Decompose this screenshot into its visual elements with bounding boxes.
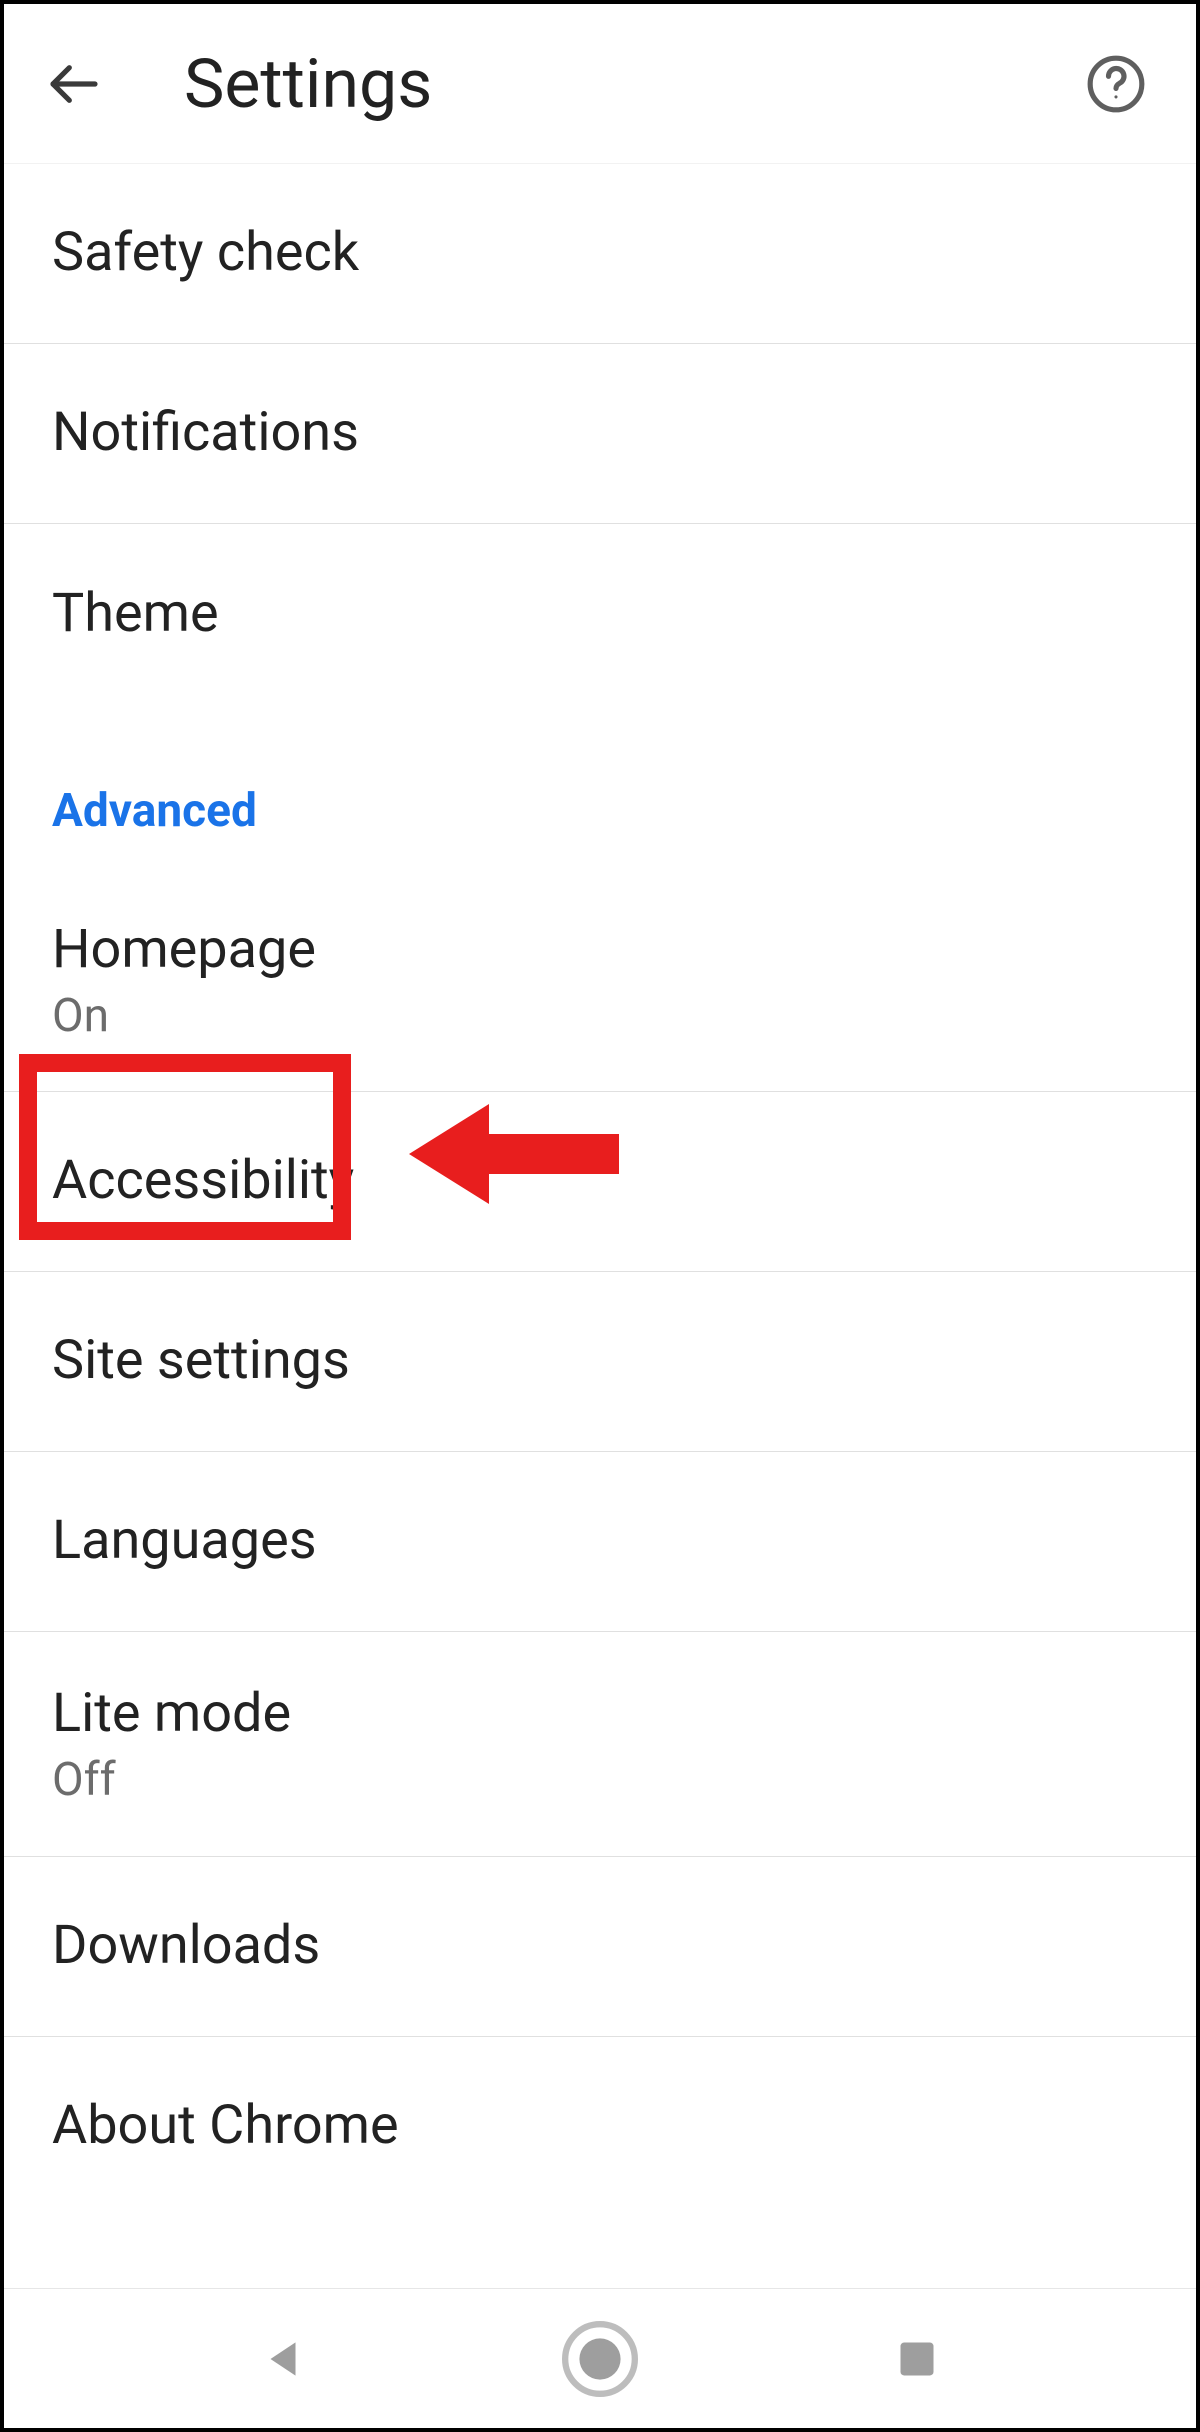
settings-content: Safety check Notifications Theme Advance… xyxy=(4,164,1196,2288)
system-nav-bar xyxy=(4,2288,1196,2428)
back-button[interactable] xyxy=(34,44,114,124)
page-title: Settings xyxy=(184,44,1076,124)
settings-item-label: Lite mode xyxy=(52,1682,1148,1747)
nav-back-icon xyxy=(258,2334,308,2384)
settings-item-lite-mode[interactable]: Lite mode Off xyxy=(4,1632,1196,1856)
settings-item-label: Accessibility xyxy=(52,1149,1148,1214)
settings-item-homepage[interactable]: Homepage On xyxy=(4,868,1196,1092)
section-header-advanced: Advanced xyxy=(4,704,1196,868)
settings-item-label: Languages xyxy=(52,1509,1148,1574)
settings-item-label: About Chrome xyxy=(52,2094,1148,2159)
settings-item-safety-check[interactable]: Safety check xyxy=(4,164,1196,344)
settings-item-theme[interactable]: Theme xyxy=(4,524,1196,704)
help-circle-icon xyxy=(1085,53,1147,115)
settings-item-site-settings[interactable]: Site settings xyxy=(4,1272,1196,1452)
help-button[interactable] xyxy=(1076,44,1156,124)
app-frame: Settings Safety check Notifications Them… xyxy=(0,0,1200,2432)
header-bar: Settings xyxy=(4,4,1196,164)
settings-item-label: Notifications xyxy=(52,401,1148,466)
settings-item-about-chrome[interactable]: About Chrome xyxy=(4,2037,1196,2217)
nav-back-button[interactable] xyxy=(233,2309,333,2409)
settings-item-label: Homepage xyxy=(52,918,1148,983)
settings-item-notifications[interactable]: Notifications xyxy=(4,344,1196,524)
settings-item-downloads[interactable]: Downloads xyxy=(4,1857,1196,2037)
settings-item-accessibility[interactable]: Accessibility xyxy=(4,1092,1196,1272)
back-arrow-icon xyxy=(46,56,102,112)
settings-item-label: Downloads xyxy=(52,1914,1148,1979)
settings-item-languages[interactable]: Languages xyxy=(4,1452,1196,1632)
nav-recents-button[interactable] xyxy=(867,2309,967,2409)
nav-recents-icon xyxy=(895,2337,939,2381)
settings-item-sublabel: Off xyxy=(52,1755,1148,1806)
settings-item-label: Site settings xyxy=(52,1329,1148,1394)
nav-home-button[interactable] xyxy=(550,2309,650,2409)
nav-home-icon xyxy=(562,2321,638,2397)
settings-item-label: Safety check xyxy=(52,221,1148,286)
settings-item-sublabel: On xyxy=(52,991,1148,1042)
settings-item-label: Theme xyxy=(52,582,1148,647)
